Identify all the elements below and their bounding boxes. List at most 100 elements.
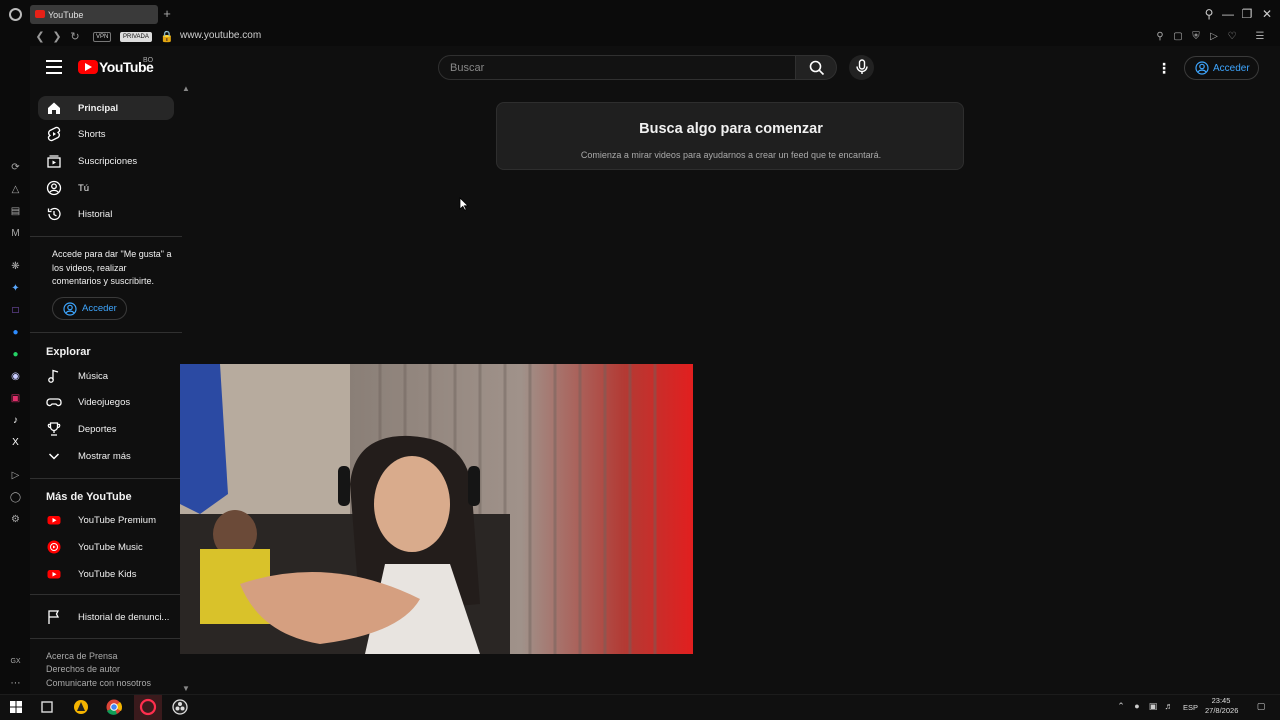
search-icon bbox=[809, 60, 825, 76]
player-side-icon[interactable]: ▷ bbox=[9, 469, 22, 482]
guide-item-tu[interactable]: Tú bbox=[38, 176, 174, 200]
tray-time: 23:45 bbox=[1211, 696, 1231, 705]
flag-icon bbox=[48, 610, 60, 624]
guide-item-principal[interactable]: Principal bbox=[38, 96, 174, 120]
url-field[interactable]: www.youtube.com bbox=[180, 30, 261, 41]
youtube-favicon-icon bbox=[35, 10, 45, 18]
guide-sign-in-button[interactable]: Acceder bbox=[52, 297, 127, 320]
obs-icon[interactable] bbox=[170, 697, 190, 717]
webcam-image bbox=[180, 364, 693, 654]
country-code: BO bbox=[143, 57, 154, 64]
snapshot-icon[interactable]: ▢ bbox=[1172, 31, 1184, 43]
you-icon bbox=[46, 180, 62, 196]
footer-link-contact[interactable]: Comunicarte con nosotros bbox=[46, 678, 151, 688]
tray-network-icon[interactable]: ▣ bbox=[1148, 701, 1158, 711]
guide-item-mostrar-mas[interactable]: Mostrar más bbox=[38, 444, 174, 468]
settings-kebab-icon[interactable]: ⋮ bbox=[1157, 59, 1171, 77]
guide-scroll-up-arrow[interactable]: ▲ bbox=[180, 84, 192, 94]
chrome-icon[interactable] bbox=[104, 697, 124, 717]
opera-logo-icon[interactable] bbox=[9, 8, 22, 21]
guide-sign-in-label: Acceder bbox=[82, 303, 117, 314]
lock-icon[interactable]: 🔒 bbox=[160, 30, 174, 44]
guide-item-historial[interactable]: Historial bbox=[38, 202, 174, 226]
tiktok-icon[interactable]: ♪ bbox=[9, 414, 22, 427]
tray-language[interactable]: ESP bbox=[1183, 703, 1198, 712]
empty-feed-subtitle: Comienza a mirar videos para ayudarnos a… bbox=[580, 150, 882, 160]
guide-item-label: YouTube Music bbox=[78, 541, 143, 553]
flow-icon[interactable]: △ bbox=[9, 183, 22, 196]
guide-item-suscripciones[interactable]: Suscripciones bbox=[38, 149, 174, 173]
webcam-overlay bbox=[180, 364, 693, 654]
guide-item-label: Shorts bbox=[78, 128, 106, 140]
task-view-icon[interactable] bbox=[37, 697, 57, 717]
notifications-icon[interactable]: ▢ bbox=[1254, 701, 1268, 711]
youtube-logo-play-icon bbox=[85, 63, 92, 71]
voice-search-button[interactable] bbox=[849, 55, 874, 80]
guide-divider bbox=[30, 478, 182, 479]
x-icon[interactable]: X bbox=[9, 436, 22, 449]
guide-item-deportes[interactable]: Deportes bbox=[38, 417, 174, 441]
reload-icon[interactable]: ↻ bbox=[68, 30, 82, 44]
shield-icon[interactable]: ⛨ bbox=[1190, 31, 1202, 43]
guide-item-youtube-kids[interactable]: YouTube Kids bbox=[38, 562, 174, 586]
gx-icon[interactable]: GX bbox=[9, 655, 22, 668]
footer-links-about-press[interactable]: Acerca de Prensa bbox=[46, 651, 118, 661]
guide-item-musica[interactable]: Música bbox=[38, 364, 174, 388]
youtube-music-icon bbox=[47, 540, 61, 554]
heart-icon[interactable]: ♡ bbox=[1226, 31, 1238, 43]
browser-tab-youtube[interactable]: YouTube bbox=[30, 5, 158, 24]
app-icon-yellow[interactable] bbox=[71, 697, 91, 717]
whatsapp-icon[interactable]: ● bbox=[9, 348, 22, 361]
pin-icon[interactable]: ⚲ bbox=[1154, 31, 1166, 43]
guide-item-youtube-premium[interactable]: YouTube Premium bbox=[38, 508, 174, 532]
tray-date: 27/8/2026 bbox=[1205, 706, 1239, 715]
guide-item-youtube-music[interactable]: YouTube Music bbox=[38, 535, 174, 559]
guide-item-report-history[interactable]: Historial de denunci... bbox=[38, 605, 174, 629]
empty-feed-title: Busca algo para comenzar bbox=[639, 121, 823, 137]
messenger-icon[interactable]: ● bbox=[9, 326, 22, 339]
mail-icon[interactable]: M bbox=[9, 227, 22, 240]
chatgpt-icon[interactable]: ❋ bbox=[9, 260, 22, 273]
windows-start-icon[interactable] bbox=[6, 697, 26, 717]
pinboard-icon[interactable]: ◯ bbox=[9, 491, 22, 504]
search-tabs-icon[interactable]: ⚲ bbox=[1201, 6, 1217, 22]
guide-item-shorts[interactable]: Shorts bbox=[38, 122, 174, 146]
restore-icon[interactable]: ❐ bbox=[1239, 6, 1255, 22]
music-icon bbox=[48, 369, 59, 383]
player-icon[interactable]: ▷ bbox=[1208, 31, 1220, 43]
guide-item-videojuegos[interactable]: Videojuegos bbox=[38, 390, 174, 414]
guide-scroll-down-arrow[interactable]: ▼ bbox=[180, 684, 192, 694]
empty-feed-card: Busca algo para comenzar Comienza a mira… bbox=[496, 102, 964, 170]
search-button[interactable] bbox=[795, 55, 837, 80]
gemini-icon[interactable]: ✦ bbox=[9, 282, 22, 295]
subscriptions-icon bbox=[47, 155, 61, 168]
more-sidebar-icon[interactable]: ⋯ bbox=[9, 677, 22, 690]
tray-volume-icon[interactable]: ♬ bbox=[1164, 701, 1174, 711]
vpn-badge[interactable]: VPN bbox=[93, 32, 112, 42]
tray-clock[interactable]: 23:45 27/8/2026 bbox=[1205, 696, 1239, 716]
tray-microphone-icon[interactable]: ● bbox=[1132, 701, 1142, 711]
opera-gx-icon[interactable] bbox=[138, 697, 158, 717]
back-icon[interactable]: ❮ bbox=[33, 30, 47, 44]
minimize-icon[interactable]: — bbox=[1220, 6, 1236, 22]
wallet-icon[interactable]: ▤ bbox=[9, 205, 22, 218]
shorts-icon bbox=[47, 126, 61, 142]
guide-item-label: Historial de denunci... bbox=[78, 611, 170, 623]
forward-icon[interactable]: ❯ bbox=[50, 30, 64, 44]
guide-menu-icon[interactable] bbox=[46, 60, 62, 74]
sign-in-button[interactable]: Acceder bbox=[1184, 56, 1259, 80]
easy-setup-icon[interactable]: ☰ bbox=[1254, 31, 1266, 43]
twitch-icon[interactable]: □ bbox=[9, 304, 22, 317]
discord-icon[interactable]: ◉ bbox=[9, 370, 22, 383]
instagram-icon[interactable]: ▣ bbox=[9, 392, 22, 405]
browser-tab-bar bbox=[0, 0, 1280, 28]
account-icon bbox=[1195, 61, 1209, 75]
search-input[interactable] bbox=[438, 55, 796, 80]
aria-icon[interactable]: ⟳ bbox=[9, 161, 22, 174]
settings-icon[interactable]: ⚙ bbox=[9, 513, 22, 526]
close-window-icon[interactable]: ✕ bbox=[1259, 6, 1275, 22]
guide-divider bbox=[30, 594, 182, 595]
tray-overflow-icon[interactable]: ⌃ bbox=[1116, 701, 1126, 711]
footer-link-copyright[interactable]: Derechos de autor bbox=[46, 664, 120, 674]
new-tab-button[interactable]: + bbox=[160, 6, 174, 22]
